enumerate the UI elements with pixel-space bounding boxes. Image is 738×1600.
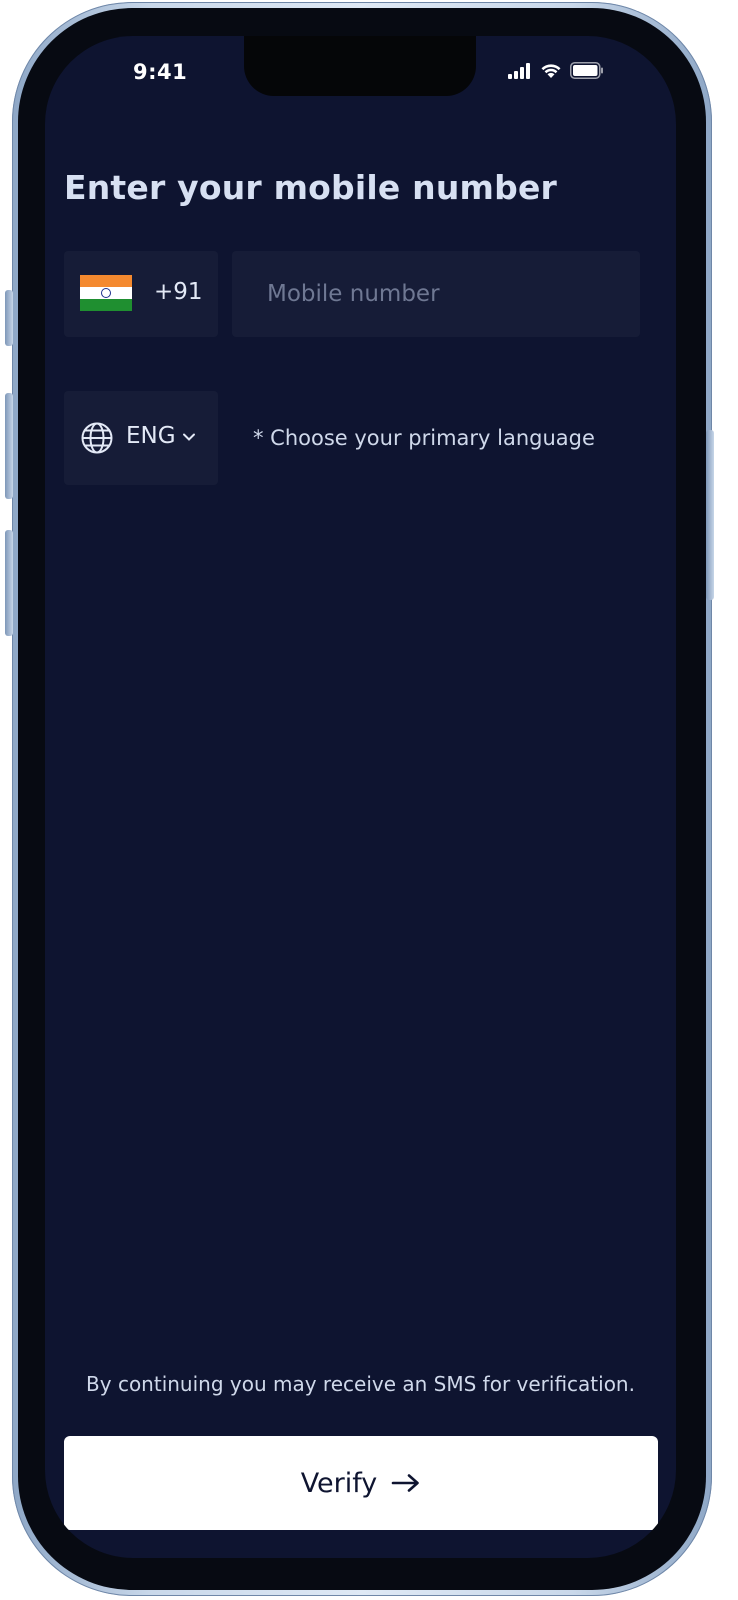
chevron-down-icon [183, 433, 195, 441]
mobile-number-input[interactable] [232, 251, 640, 337]
sms-notice: By continuing you may receive an SMS for… [86, 1372, 635, 1396]
country-code: +91 [154, 279, 203, 305]
verify-button-label: Verify [300, 1467, 378, 1499]
india-flag-icon [80, 275, 132, 311]
camera-notch [244, 36, 476, 96]
silent-switch [5, 290, 13, 346]
status-icons [508, 62, 604, 79]
wifi-icon [541, 64, 561, 78]
volume-up-button [5, 393, 13, 499]
volume-down-button [5, 530, 13, 636]
power-button [706, 430, 714, 600]
language-hint: * Choose your primary language [253, 426, 595, 450]
verify-button[interactable]: Verify [64, 1436, 658, 1530]
language-selector[interactable]: ENG [64, 391, 218, 485]
globe-icon [81, 422, 113, 454]
selected-language: ENG [126, 423, 176, 449]
page-title: Enter your mobile number [64, 168, 558, 207]
country-code-selector[interactable]: +91 [64, 251, 218, 337]
app-screen: 9:41 Enter your mobile number +91 Mobile… [45, 36, 676, 1558]
status-time: 9:41 [133, 60, 188, 84]
arrow-right-icon [391, 1474, 420, 1492]
signal-icon [508, 62, 530, 79]
battery-icon [570, 62, 603, 79]
